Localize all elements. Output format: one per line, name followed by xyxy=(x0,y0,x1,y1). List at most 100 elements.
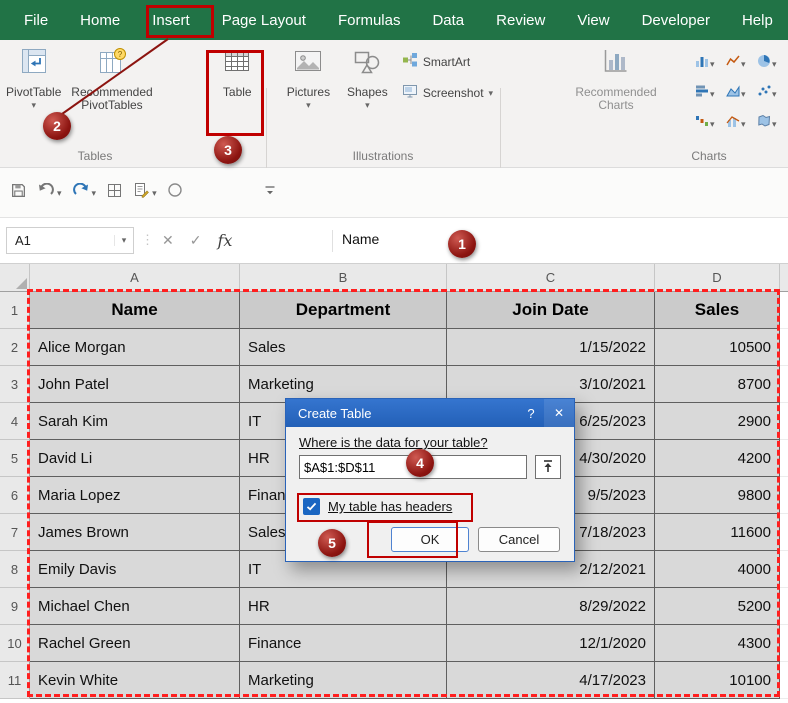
cell-A5[interactable]: David Li xyxy=(30,440,240,477)
name-box-caret-icon[interactable]: ▾ xyxy=(114,235,133,246)
undo-button[interactable]: ▾ xyxy=(37,183,62,202)
cell-D4[interactable]: 2900 xyxy=(655,403,780,440)
select-all-corner[interactable] xyxy=(0,264,30,292)
cell-C2[interactable]: 1/15/2022 xyxy=(447,329,655,366)
column-header-D[interactable]: D xyxy=(655,264,780,292)
row-header-7[interactable]: 7 xyxy=(0,514,30,551)
cell-B2[interactable]: Sales xyxy=(240,329,447,366)
tab-insert[interactable]: Insert xyxy=(136,0,206,40)
tab-home[interactable]: Home xyxy=(64,0,136,40)
cell-C10[interactable]: 12/1/2020 xyxy=(447,625,655,662)
cancel-entry-icon[interactable]: ✕ xyxy=(162,232,174,249)
cell-D11[interactable]: 10100 xyxy=(655,662,780,699)
smartart-button[interactable]: SmartArt xyxy=(402,52,500,71)
row-header-6[interactable]: 6 xyxy=(0,477,30,514)
cell-C1[interactable]: Join Date xyxy=(447,292,655,329)
tab-developer[interactable]: Developer xyxy=(626,0,726,40)
line-chart-button[interactable]: ▾ xyxy=(726,48,757,78)
row-header-4[interactable]: 4 xyxy=(0,403,30,440)
pictures-button[interactable]: Pictures ▾ xyxy=(278,40,339,110)
cell-B10[interactable]: Finance xyxy=(240,625,447,662)
dialog-help-icon[interactable]: ? xyxy=(518,406,544,421)
row-header-11[interactable]: 11 xyxy=(0,662,30,699)
scatter-chart-button[interactable]: ▾ xyxy=(757,78,788,108)
cell-C11[interactable]: 4/17/2023 xyxy=(447,662,655,699)
table-button[interactable]: Table xyxy=(209,40,266,99)
cell-B11[interactable]: Marketing xyxy=(240,662,447,699)
row-header-10[interactable]: 10 xyxy=(0,625,30,662)
cell-A3[interactable]: John Patel xyxy=(30,366,240,403)
cell-A8[interactable]: Emily Davis xyxy=(30,551,240,588)
circle-button[interactable] xyxy=(167,182,183,203)
cell-D5[interactable]: 4200 xyxy=(655,440,780,477)
row-header-3[interactable]: 3 xyxy=(0,366,30,403)
cell-A10[interactable]: Rachel Green xyxy=(30,625,240,662)
recommended-charts-icon xyxy=(601,46,631,81)
formula-bar-resize-handle[interactable]: ⋮ xyxy=(141,232,154,248)
cancel-button[interactable]: Cancel xyxy=(478,527,560,552)
tab-data[interactable]: Data xyxy=(416,0,480,40)
cell-A2[interactable]: Alice Morgan xyxy=(30,329,240,366)
cell-A6[interactable]: Maria Lopez xyxy=(30,477,240,514)
recommended-pivottables-button[interactable]: ? Recommended PivotTables xyxy=(65,40,158,112)
dialog-title: Create Table xyxy=(286,406,518,421)
tab-review[interactable]: Review xyxy=(480,0,561,40)
tab-view[interactable]: View xyxy=(561,0,625,40)
tab-page-layout[interactable]: Page Layout xyxy=(206,0,322,40)
pie-chart-button[interactable]: ▾ xyxy=(757,48,788,78)
ok-button[interactable]: OK xyxy=(391,527,469,552)
dialog-close-icon[interactable]: ✕ xyxy=(544,399,574,427)
cell-D1[interactable]: Sales xyxy=(655,292,780,329)
column-chart-button[interactable]: ▾ xyxy=(695,48,726,78)
row-header-2[interactable]: 2 xyxy=(0,329,30,366)
cell-D9[interactable]: 5200 xyxy=(655,588,780,625)
step-badge-4: 4 xyxy=(406,449,434,477)
column-header-B[interactable]: B xyxy=(240,264,447,292)
headers-checkbox-label[interactable]: My table has headers xyxy=(328,499,452,514)
tab-formulas[interactable]: Formulas xyxy=(322,0,417,40)
cell-B9[interactable]: HR xyxy=(240,588,447,625)
edit-document-button[interactable]: ▾ xyxy=(133,182,157,204)
pivottable-button[interactable]: PivotTable ▾ xyxy=(4,40,63,110)
recommended-charts-button[interactable]: Recommended Charts xyxy=(570,40,662,112)
insert-function-icon[interactable]: fx xyxy=(217,231,232,250)
cell-D3[interactable]: 8700 xyxy=(655,366,780,403)
cell-D8[interactable]: 4000 xyxy=(655,551,780,588)
tab-file[interactable]: File xyxy=(8,0,64,40)
screenshot-button[interactable]: Screenshot ▾ xyxy=(402,83,500,102)
cell-B1[interactable]: Department xyxy=(240,292,447,329)
map-chart-button[interactable]: ▾ xyxy=(757,108,788,138)
combo-chart-button[interactable]: ▾ xyxy=(726,108,757,138)
tab-help[interactable]: Help xyxy=(726,0,788,40)
formula-bar-content[interactable]: Name xyxy=(342,231,379,247)
row-header-5[interactable]: 5 xyxy=(0,440,30,477)
name-box[interactable]: A1 ▾ xyxy=(6,227,134,254)
cell-A4[interactable]: Sarah Kim xyxy=(30,403,240,440)
column-header-C[interactable]: C xyxy=(447,264,655,292)
range-selector-button[interactable] xyxy=(535,455,561,479)
cell-A11[interactable]: Kevin White xyxy=(30,662,240,699)
bar-chart-button[interactable]: ▾ xyxy=(695,78,726,108)
enter-entry-icon[interactable]: ✓ xyxy=(190,232,202,249)
cell-A7[interactable]: James Brown xyxy=(30,514,240,551)
row-header-8[interactable]: 8 xyxy=(0,551,30,588)
area-chart-button[interactable]: ▾ xyxy=(726,78,757,108)
redo-button[interactable]: ▾ xyxy=(72,183,97,202)
cell-D7[interactable]: 11600 xyxy=(655,514,780,551)
column-header-A[interactable]: A xyxy=(30,264,240,292)
cell-D6[interactable]: 9800 xyxy=(655,477,780,514)
customize-qat-button[interactable] xyxy=(263,183,277,202)
cell-C9[interactable]: 8/29/2022 xyxy=(447,588,655,625)
borders-grid-button[interactable] xyxy=(106,182,123,204)
headers-checkbox[interactable] xyxy=(303,498,320,515)
row-header-9[interactable]: 9 xyxy=(0,588,30,625)
cell-D10[interactable]: 4300 xyxy=(655,625,780,662)
cell-A1[interactable]: Name xyxy=(30,292,240,329)
cell-A9[interactable]: Michael Chen xyxy=(30,588,240,625)
row-header-1[interactable]: 1 xyxy=(0,292,30,329)
dialog-titlebar[interactable]: Create Table ? ✕ xyxy=(286,399,574,427)
cell-D2[interactable]: 10500 xyxy=(655,329,780,366)
save-button[interactable] xyxy=(10,182,27,204)
shapes-button[interactable]: Shapes ▾ xyxy=(339,40,396,110)
waterfall-chart-button[interactable]: ▾ xyxy=(695,108,726,138)
